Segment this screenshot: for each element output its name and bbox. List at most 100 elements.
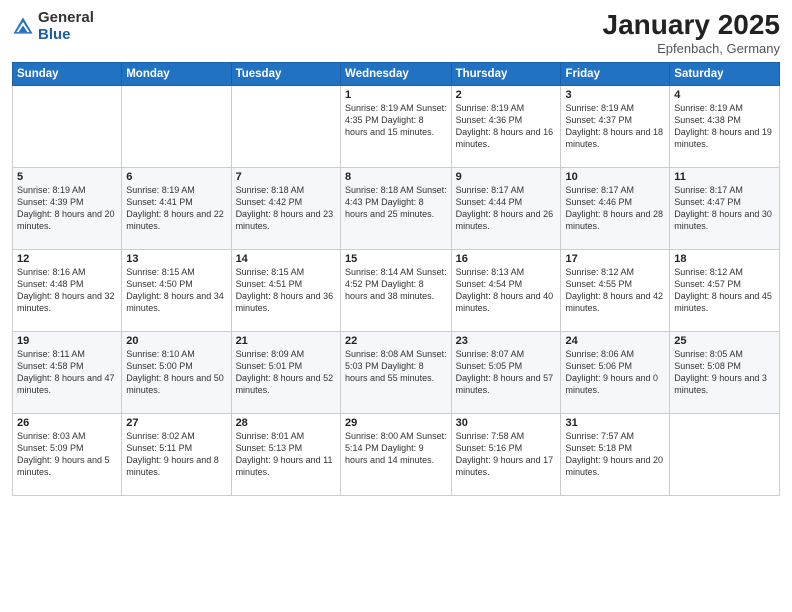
day-info: Sunrise: 8:17 AM Sunset: 4:46 PM Dayligh… — [565, 184, 665, 233]
day-info: Sunrise: 8:11 AM Sunset: 4:58 PM Dayligh… — [17, 348, 117, 397]
day-number: 22 — [345, 335, 447, 347]
day-info: Sunrise: 8:12 AM Sunset: 4:55 PM Dayligh… — [565, 266, 665, 315]
day-info: Sunrise: 8:19 AM Sunset: 4:39 PM Dayligh… — [17, 184, 117, 233]
day-number: 27 — [126, 417, 226, 429]
week-row-1: 5Sunrise: 8:19 AM Sunset: 4:39 PM Daylig… — [13, 167, 780, 249]
calendar-cell: 23Sunrise: 8:07 AM Sunset: 5:05 PM Dayli… — [451, 331, 561, 413]
calendar-cell: 26Sunrise: 8:03 AM Sunset: 5:09 PM Dayli… — [13, 413, 122, 495]
day-number: 5 — [17, 171, 117, 183]
calendar-cell: 1Sunrise: 8:19 AM Sunset: 4:35 PM Daylig… — [341, 85, 452, 167]
day-of-week-thursday: Thursday — [451, 62, 561, 85]
calendar-cell: 2Sunrise: 8:19 AM Sunset: 4:36 PM Daylig… — [451, 85, 561, 167]
day-info: Sunrise: 8:19 AM Sunset: 4:38 PM Dayligh… — [674, 102, 775, 151]
day-info: Sunrise: 8:07 AM Sunset: 5:05 PM Dayligh… — [456, 348, 557, 397]
day-of-week-saturday: Saturday — [670, 62, 780, 85]
day-number: 20 — [126, 335, 226, 347]
calendar-cell: 24Sunrise: 8:06 AM Sunset: 5:06 PM Dayli… — [561, 331, 670, 413]
day-number: 31 — [565, 417, 665, 429]
day-of-week-sunday: Sunday — [13, 62, 122, 85]
day-info: Sunrise: 8:17 AM Sunset: 4:47 PM Dayligh… — [674, 184, 775, 233]
calendar-cell: 28Sunrise: 8:01 AM Sunset: 5:13 PM Dayli… — [231, 413, 340, 495]
day-info: Sunrise: 7:58 AM Sunset: 5:16 PM Dayligh… — [456, 430, 557, 479]
week-row-0: 1Sunrise: 8:19 AM Sunset: 4:35 PM Daylig… — [13, 85, 780, 167]
day-number: 12 — [17, 253, 117, 265]
logo: General Blue — [12, 10, 94, 43]
day-number: 2 — [456, 89, 557, 101]
day-info: Sunrise: 8:13 AM Sunset: 4:54 PM Dayligh… — [456, 266, 557, 315]
day-number: 9 — [456, 171, 557, 183]
logo-general-text: General — [38, 10, 94, 27]
logo-blue-text: Blue — [38, 27, 94, 44]
calendar-cell: 15Sunrise: 8:14 AM Sunset: 4:52 PM Dayli… — [341, 249, 452, 331]
day-number: 23 — [456, 335, 557, 347]
day-info: Sunrise: 8:01 AM Sunset: 5:13 PM Dayligh… — [236, 430, 336, 479]
calendar-cell: 29Sunrise: 8:00 AM Sunset: 5:14 PM Dayli… — [341, 413, 452, 495]
day-number: 7 — [236, 171, 336, 183]
calendar: SundayMondayTuesdayWednesdayThursdayFrid… — [12, 62, 780, 496]
calendar-cell: 4Sunrise: 8:19 AM Sunset: 4:38 PM Daylig… — [670, 85, 780, 167]
calendar-cell: 16Sunrise: 8:13 AM Sunset: 4:54 PM Dayli… — [451, 249, 561, 331]
day-number: 30 — [456, 417, 557, 429]
day-number: 10 — [565, 171, 665, 183]
day-number: 18 — [674, 253, 775, 265]
day-number: 4 — [674, 89, 775, 101]
day-of-week-wednesday: Wednesday — [341, 62, 452, 85]
day-number: 28 — [236, 417, 336, 429]
calendar-cell — [670, 413, 780, 495]
day-info: Sunrise: 8:17 AM Sunset: 4:44 PM Dayligh… — [456, 184, 557, 233]
day-info: Sunrise: 8:03 AM Sunset: 5:09 PM Dayligh… — [17, 430, 117, 479]
day-info: Sunrise: 8:15 AM Sunset: 4:51 PM Dayligh… — [236, 266, 336, 315]
day-info: Sunrise: 8:19 AM Sunset: 4:36 PM Dayligh… — [456, 102, 557, 151]
calendar-cell — [231, 85, 340, 167]
day-info: Sunrise: 8:10 AM Sunset: 5:00 PM Dayligh… — [126, 348, 226, 397]
calendar-cell: 31Sunrise: 7:57 AM Sunset: 5:18 PM Dayli… — [561, 413, 670, 495]
title-area: January 2025 Epfenbach, Germany — [603, 10, 780, 56]
location: Epfenbach, Germany — [603, 41, 780, 56]
calendar-cell: 21Sunrise: 8:09 AM Sunset: 5:01 PM Dayli… — [231, 331, 340, 413]
calendar-cell: 18Sunrise: 8:12 AM Sunset: 4:57 PM Dayli… — [670, 249, 780, 331]
day-number: 15 — [345, 253, 447, 265]
day-info: Sunrise: 8:05 AM Sunset: 5:08 PM Dayligh… — [674, 348, 775, 397]
day-number: 16 — [456, 253, 557, 265]
day-info: Sunrise: 8:00 AM Sunset: 5:14 PM Dayligh… — [345, 430, 447, 466]
day-of-week-friday: Friday — [561, 62, 670, 85]
day-info: Sunrise: 8:06 AM Sunset: 5:06 PM Dayligh… — [565, 348, 665, 397]
calendar-cell: 25Sunrise: 8:05 AM Sunset: 5:08 PM Dayli… — [670, 331, 780, 413]
header: General Blue January 2025 Epfenbach, Ger… — [12, 10, 780, 56]
calendar-cell: 6Sunrise: 8:19 AM Sunset: 4:41 PM Daylig… — [122, 167, 231, 249]
day-info: Sunrise: 8:19 AM Sunset: 4:35 PM Dayligh… — [345, 102, 447, 138]
day-number: 19 — [17, 335, 117, 347]
day-info: Sunrise: 8:19 AM Sunset: 4:41 PM Dayligh… — [126, 184, 226, 233]
page: General Blue January 2025 Epfenbach, Ger… — [0, 0, 792, 612]
calendar-cell: 10Sunrise: 8:17 AM Sunset: 4:46 PM Dayli… — [561, 167, 670, 249]
day-info: Sunrise: 8:09 AM Sunset: 5:01 PM Dayligh… — [236, 348, 336, 397]
day-number: 21 — [236, 335, 336, 347]
day-info: Sunrise: 8:02 AM Sunset: 5:11 PM Dayligh… — [126, 430, 226, 479]
calendar-cell: 14Sunrise: 8:15 AM Sunset: 4:51 PM Dayli… — [231, 249, 340, 331]
day-info: Sunrise: 7:57 AM Sunset: 5:18 PM Dayligh… — [565, 430, 665, 479]
calendar-header: SundayMondayTuesdayWednesdayThursdayFrid… — [13, 62, 780, 85]
calendar-cell: 11Sunrise: 8:17 AM Sunset: 4:47 PM Dayli… — [670, 167, 780, 249]
day-info: Sunrise: 8:15 AM Sunset: 4:50 PM Dayligh… — [126, 266, 226, 315]
calendar-cell: 27Sunrise: 8:02 AM Sunset: 5:11 PM Dayli… — [122, 413, 231, 495]
day-of-week-tuesday: Tuesday — [231, 62, 340, 85]
calendar-cell: 12Sunrise: 8:16 AM Sunset: 4:48 PM Dayli… — [13, 249, 122, 331]
calendar-cell: 19Sunrise: 8:11 AM Sunset: 4:58 PM Dayli… — [13, 331, 122, 413]
day-number: 26 — [17, 417, 117, 429]
calendar-cell: 5Sunrise: 8:19 AM Sunset: 4:39 PM Daylig… — [13, 167, 122, 249]
day-number: 24 — [565, 335, 665, 347]
week-row-4: 26Sunrise: 8:03 AM Sunset: 5:09 PM Dayli… — [13, 413, 780, 495]
week-row-2: 12Sunrise: 8:16 AM Sunset: 4:48 PM Dayli… — [13, 249, 780, 331]
calendar-cell: 9Sunrise: 8:17 AM Sunset: 4:44 PM Daylig… — [451, 167, 561, 249]
logo-icon — [12, 16, 34, 38]
day-number: 17 — [565, 253, 665, 265]
calendar-body: 1Sunrise: 8:19 AM Sunset: 4:35 PM Daylig… — [13, 85, 780, 495]
calendar-cell: 3Sunrise: 8:19 AM Sunset: 4:37 PM Daylig… — [561, 85, 670, 167]
month-title: January 2025 — [603, 10, 780, 41]
day-number: 25 — [674, 335, 775, 347]
day-number: 6 — [126, 171, 226, 183]
calendar-cell — [122, 85, 231, 167]
days-of-week-row: SundayMondayTuesdayWednesdayThursdayFrid… — [13, 62, 780, 85]
day-number: 3 — [565, 89, 665, 101]
day-number: 8 — [345, 171, 447, 183]
